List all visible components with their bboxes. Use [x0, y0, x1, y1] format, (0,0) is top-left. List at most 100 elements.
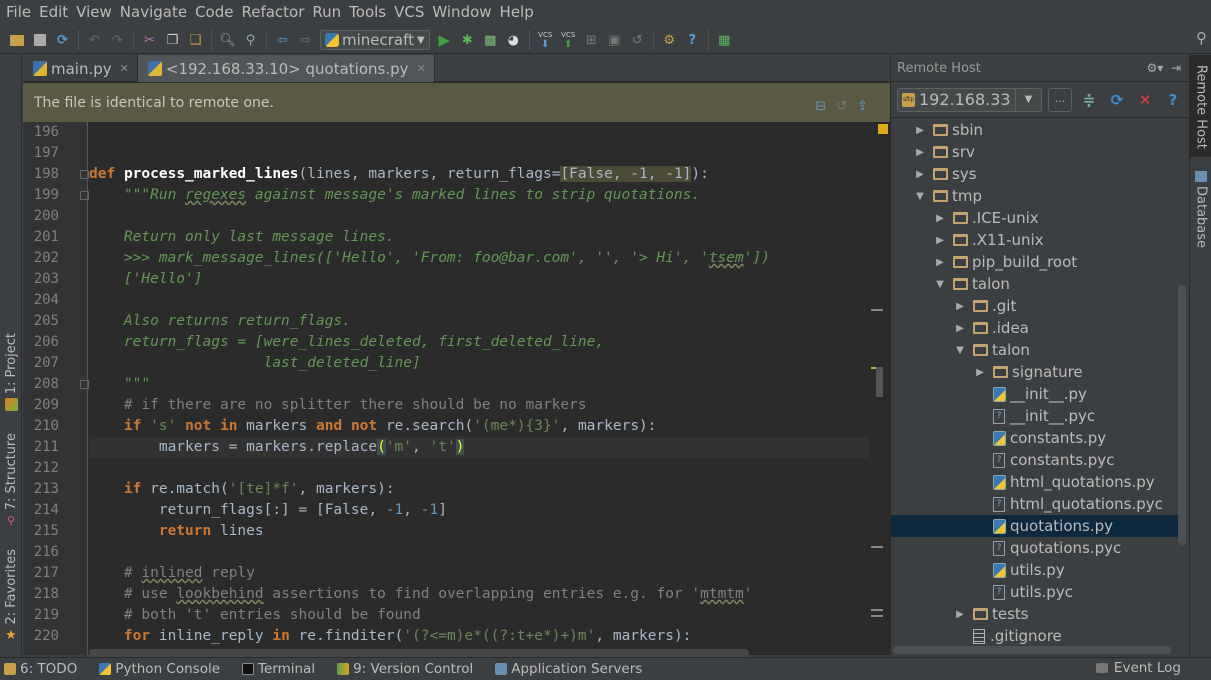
sdk-icon[interactable]: ▦ [713, 29, 736, 51]
compare-icon[interactable]: ⊟ [815, 99, 826, 114]
menu-help[interactable]: Help [498, 3, 540, 21]
tree-node[interactable]: ? __init__.pyc [891, 405, 1179, 427]
find-icon[interactable]: 🔍︎ [216, 29, 239, 51]
chevron-right-icon[interactable]: ▶ [973, 367, 987, 378]
chevron-right-icon[interactable]: ▶ [953, 301, 967, 312]
upload-icon[interactable]: ⇪ [857, 99, 868, 114]
refresh-icon[interactable]: ⟳ [1106, 91, 1128, 109]
tree-node[interactable]: ▶ tests [891, 603, 1179, 625]
help-icon[interactable]: ? [1162, 91, 1184, 109]
save-icon[interactable] [28, 29, 51, 51]
tool-tab-project[interactable]: 1: Project [0, 333, 22, 412]
vcs-diff-icon[interactable]: ⊞ [580, 29, 603, 51]
gear-icon[interactable]: ⚙▾ [1147, 61, 1164, 75]
menu-run[interactable]: Run [310, 3, 347, 21]
menu-file[interactable]: File [4, 3, 37, 21]
warning-marker[interactable] [871, 546, 883, 548]
tree-node[interactable]: ▶ sys [891, 163, 1179, 185]
chevron-right-icon[interactable]: ▶ [953, 609, 967, 620]
tree-node[interactable]: constants.py [891, 427, 1179, 449]
tool-button-terminal[interactable]: Terminal [242, 661, 315, 677]
tree-node[interactable]: ▶ .git [891, 295, 1179, 317]
vcs-update-icon[interactable]: VCS ⬇ [534, 29, 557, 51]
chevron-right-icon[interactable]: ▶ [933, 213, 947, 224]
tree-node[interactable]: ▶ sbin [891, 119, 1179, 141]
open-icon[interactable] [5, 29, 28, 51]
forward-icon[interactable]: ⇨ [294, 29, 317, 51]
tree-node[interactable]: ? utils.pyc [891, 581, 1179, 603]
warning-marker[interactable] [871, 309, 883, 311]
tree-horizontal-scrollbar[interactable] [893, 646, 1171, 654]
chevron-right-icon[interactable]: ▶ [933, 235, 947, 246]
tool-button-python-console[interactable]: Python Console [99, 661, 220, 677]
error-stripe[interactable] [869, 122, 890, 655]
tree-node[interactable]: ▶ .ICE-unix [891, 207, 1179, 229]
tool-tab-structure[interactable]: 7: Structure ⚲ [0, 433, 22, 527]
close-icon[interactable]: ✕ [120, 62, 129, 75]
chevron-right-icon[interactable]: ▶ [933, 257, 947, 268]
tree-node[interactable]: quotations.py [891, 515, 1179, 537]
tool-tab-database[interactable]: Database [1190, 171, 1211, 248]
revert-icon[interactable]: ↺ [836, 99, 847, 114]
back-icon[interactable]: ⇦ [271, 29, 294, 51]
tree-node[interactable]: .gitignore [891, 625, 1179, 646]
vcs-history-icon[interactable]: ▣ [603, 29, 626, 51]
tree-node[interactable]: ▶ pip_build_root [891, 251, 1179, 273]
tree-node[interactable]: ▼ tmp [891, 185, 1179, 207]
chevron-down-icon[interactable]: ▼ [1015, 88, 1041, 111]
close-icon[interactable]: ✕ [417, 62, 426, 75]
copy-icon[interactable]: ❐ [161, 29, 184, 51]
replace-icon[interactable]: ⚲ [239, 29, 262, 51]
chevron-down-icon[interactable]: ▼ [933, 279, 947, 290]
chevron-right-icon[interactable]: ▶ [913, 169, 927, 180]
vcs-revert-icon[interactable]: ↺ [626, 29, 649, 51]
help-icon[interactable]: ? [681, 29, 704, 51]
fold-start-icon[interactable] [80, 170, 89, 179]
cut-icon[interactable]: ✂ [138, 29, 161, 51]
code-area[interactable]: def process_marked_lines(lines, markers,… [89, 122, 869, 655]
tree-node[interactable]: utils.py [891, 559, 1179, 581]
tool-button-todo[interactable]: 6: TODO [4, 661, 77, 677]
tree-node[interactable]: ▶ signature [891, 361, 1179, 383]
menu-tools[interactable]: Tools [347, 3, 392, 21]
tool-tab-favorites[interactable]: 2: Favorites ★ [0, 549, 22, 642]
search-icon[interactable]: ⚲ [1196, 29, 1207, 47]
tool-button-application-servers[interactable]: Application Servers [495, 661, 642, 677]
tree-node[interactable]: ? constants.pyc [891, 449, 1179, 471]
paste-icon[interactable]: ❏ [184, 29, 207, 51]
fold-end-icon[interactable] [80, 380, 89, 389]
run-configuration-select[interactable]: minecraft ▼ [320, 30, 430, 50]
warning-marker[interactable] [871, 609, 883, 611]
settings-icon[interactable]: ⚙ [658, 29, 681, 51]
tree-node[interactable]: ▶ .idea [891, 317, 1179, 339]
debug-icon[interactable]: ✱ [456, 29, 479, 51]
menu-window[interactable]: Window [430, 3, 497, 21]
fold-start-icon[interactable] [80, 191, 89, 200]
tree-vertical-scrollbar[interactable] [1178, 285, 1186, 545]
tree-node[interactable]: ▼ talon [891, 273, 1179, 295]
hide-panel-icon[interactable]: ⇥ [1171, 61, 1181, 75]
chevron-down-icon[interactable]: ▼ [913, 191, 927, 202]
host-select[interactable]: sftp 192.168.33 ▼ [897, 87, 1042, 112]
vcs-commit-icon[interactable]: VCS ⬆ [557, 29, 580, 51]
event-log-button[interactable]: Event Log [1095, 660, 1181, 676]
menu-refactor[interactable]: Refactor [239, 3, 310, 21]
tab-quotations-py[interactable]: <192.168.33.10> quotations.py ✕ [137, 55, 435, 82]
tool-button-version-control[interactable]: 9: Version Control [337, 661, 473, 677]
coverage-icon[interactable]: ▩ [479, 29, 502, 51]
sync-icon[interactable]: ⟳ [51, 29, 74, 51]
tree-node[interactable]: ▼ talon [891, 339, 1179, 361]
tool-tab-remote-host[interactable]: Remote Host [1190, 55, 1211, 157]
tree-node[interactable]: __init__.py [891, 383, 1179, 405]
chevron-right-icon[interactable]: ▶ [913, 147, 927, 158]
menu-edit[interactable]: Edit [37, 3, 74, 21]
tree-node[interactable]: ? quotations.pyc [891, 537, 1179, 559]
warning-marker[interactable] [871, 615, 883, 617]
tree-node[interactable]: ▶ srv [891, 141, 1179, 163]
profile-icon[interactable]: ◕ [502, 29, 525, 51]
editor-scrollbar[interactable] [876, 367, 883, 397]
tree-node[interactable]: html_quotations.py [891, 471, 1179, 493]
menu-vcs[interactable]: VCS [392, 3, 430, 21]
run-icon[interactable]: ▶ [433, 29, 456, 51]
horizontal-scrollbar[interactable] [89, 649, 749, 657]
